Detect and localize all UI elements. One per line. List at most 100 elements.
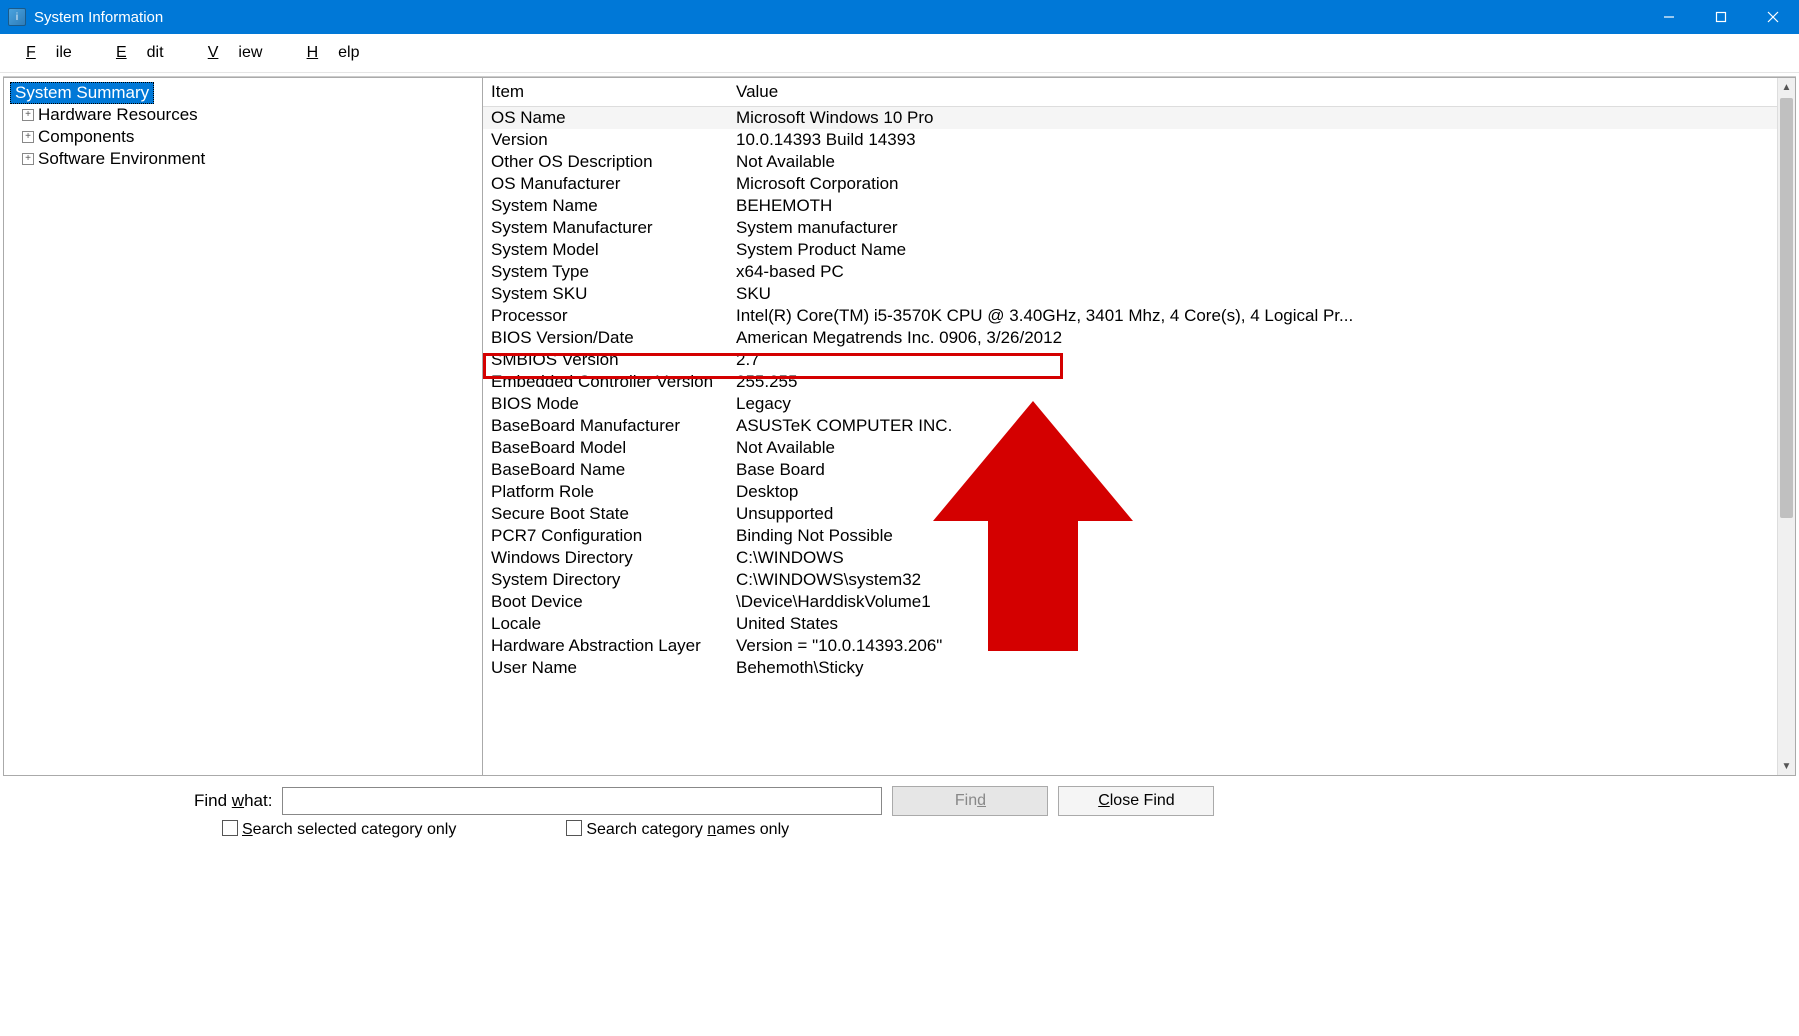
table-row[interactable]: Boot Device\Device\HarddiskVolume1 xyxy=(483,591,1777,613)
cell-item: Version xyxy=(483,129,728,151)
check-search-names[interactable]: Search category names only xyxy=(566,820,789,839)
table-row[interactable]: System Typex64-based PC xyxy=(483,261,1777,283)
cell-item: System Model xyxy=(483,239,728,261)
find-options-row: Search selected category only Search cat… xyxy=(0,818,1799,845)
tree-panel[interactable]: System Summary + Hardware Resources+Compo… xyxy=(3,77,483,776)
find-bar: Find what: Find Close Find xyxy=(0,776,1799,818)
scroll-up-arrow[interactable]: ▲ xyxy=(1778,78,1795,96)
find-label: Find what: xyxy=(194,791,272,811)
table-row[interactable]: System SKUSKU xyxy=(483,283,1777,305)
cell-value: Version = "10.0.14393.206" xyxy=(728,635,1777,657)
cell-item: System Directory xyxy=(483,569,728,591)
table-row[interactable]: Embedded Controller Version255.255 xyxy=(483,371,1777,393)
table-row[interactable]: Version10.0.14393 Build 14393 xyxy=(483,129,1777,151)
table-row[interactable]: Secure Boot StateUnsupported xyxy=(483,503,1777,525)
minimize-icon xyxy=(1663,11,1675,23)
table-row[interactable]: BaseBoard ModelNot Available xyxy=(483,437,1777,459)
details-header: Item Value xyxy=(483,78,1777,107)
find-input[interactable] xyxy=(282,787,882,815)
scroll-thumb[interactable] xyxy=(1780,98,1793,518)
table-row[interactable]: BaseBoard NameBase Board xyxy=(483,459,1777,481)
table-row[interactable]: LocaleUnited States xyxy=(483,613,1777,635)
table-row[interactable]: Windows DirectoryC:\WINDOWS xyxy=(483,547,1777,569)
vertical-scrollbar[interactable]: ▲ ▼ xyxy=(1777,78,1795,775)
checkbox-icon xyxy=(566,820,582,836)
table-row[interactable]: System DirectoryC:\WINDOWS\system32 xyxy=(483,569,1777,591)
window-title: System Information xyxy=(34,9,163,26)
cell-value: United States xyxy=(728,613,1777,635)
cell-value: 10.0.14393 Build 14393 xyxy=(728,129,1777,151)
table-row[interactable]: BaseBoard ManufacturerASUSTeK COMPUTER I… xyxy=(483,415,1777,437)
table-row[interactable]: BIOS ModeLegacy xyxy=(483,393,1777,415)
tree-root-system-summary[interactable]: System Summary xyxy=(10,82,154,104)
cell-value: C:\WINDOWS\system32 xyxy=(728,569,1777,591)
cell-value: C:\WINDOWS xyxy=(728,547,1777,569)
cell-item: PCR7 Configuration xyxy=(483,525,728,547)
cell-value: Behemoth\Sticky xyxy=(728,657,1777,679)
cell-value: SKU xyxy=(728,283,1777,305)
tree-item-label: Software Environment xyxy=(38,149,205,169)
tree-item-label: Hardware Resources xyxy=(38,105,198,125)
cell-item: System Name xyxy=(483,195,728,217)
menu-help[interactable]: Help xyxy=(287,38,380,68)
close-find-button[interactable]: Close Find xyxy=(1058,786,1214,816)
tree-item[interactable]: + Software Environment xyxy=(10,148,476,170)
cell-item: BaseBoard Model xyxy=(483,437,728,459)
minimize-button[interactable] xyxy=(1643,0,1695,34)
cell-item: System Type xyxy=(483,261,728,283)
table-row[interactable]: ProcessorIntel(R) Core(TM) i5-3570K CPU … xyxy=(483,305,1777,327)
cell-value: 2.7 xyxy=(728,349,1777,371)
cell-value: Legacy xyxy=(728,393,1777,415)
menu-edit[interactable]: Edit xyxy=(96,38,184,68)
table-row[interactable]: System NameBEHEMOTH xyxy=(483,195,1777,217)
cell-item: Embedded Controller Version xyxy=(483,371,728,393)
cell-value: System Product Name xyxy=(728,239,1777,261)
cell-item: Platform Role xyxy=(483,481,728,503)
cell-item: Other OS Description xyxy=(483,151,728,173)
cell-item: Windows Directory xyxy=(483,547,728,569)
scroll-down-arrow[interactable]: ▼ xyxy=(1778,757,1795,775)
tree-expander-icon[interactable]: + xyxy=(22,131,34,143)
cell-item: Secure Boot State xyxy=(483,503,728,525)
table-row[interactable]: Hardware Abstraction LayerVersion = "10.… xyxy=(483,635,1777,657)
window-titlebar: i System Information xyxy=(0,0,1799,34)
find-button[interactable]: Find xyxy=(892,786,1048,816)
cell-value: American Megatrends Inc. 0906, 3/26/2012 xyxy=(728,327,1777,349)
cell-item: Processor xyxy=(483,305,728,327)
cell-item: OS Manufacturer xyxy=(483,173,728,195)
maximize-button[interactable] xyxy=(1695,0,1747,34)
close-button[interactable] xyxy=(1747,0,1799,34)
menu-file[interactable]: File xyxy=(6,38,92,68)
cell-item: BIOS Mode xyxy=(483,393,728,415)
cell-value: Microsoft Windows 10 Pro xyxy=(728,107,1777,129)
table-row[interactable]: Other OS DescriptionNot Available xyxy=(483,151,1777,173)
tree-expander-icon[interactable]: + xyxy=(22,109,34,121)
tree-expander-icon[interactable]: + xyxy=(22,153,34,165)
menu-view[interactable]: View xyxy=(188,38,283,68)
tree-item[interactable]: + Hardware Resources xyxy=(10,104,476,126)
table-row[interactable]: BIOS Version/DateAmerican Megatrends Inc… xyxy=(483,327,1777,349)
cell-value: Binding Not Possible xyxy=(728,525,1777,547)
cell-value: Not Available xyxy=(728,437,1777,459)
cell-item: System SKU xyxy=(483,283,728,305)
cell-value: 255.255 xyxy=(728,371,1777,393)
cell-value: Microsoft Corporation xyxy=(728,173,1777,195)
cell-item: BaseBoard Name xyxy=(483,459,728,481)
cell-value: Not Available xyxy=(728,151,1777,173)
checkbox-icon xyxy=(222,820,238,836)
table-row[interactable]: User NameBehemoth\Sticky xyxy=(483,657,1777,679)
table-row[interactable]: SMBIOS Version2.7 xyxy=(483,349,1777,371)
check-search-selected[interactable]: Search selected category only xyxy=(222,820,456,839)
maximize-icon xyxy=(1715,11,1727,23)
column-header-item[interactable]: Item xyxy=(483,78,728,106)
table-row[interactable]: OS NameMicrosoft Windows 10 Pro xyxy=(483,107,1777,129)
table-row[interactable]: Platform RoleDesktop xyxy=(483,481,1777,503)
column-header-value[interactable]: Value xyxy=(728,78,1777,106)
cell-item: BaseBoard Manufacturer xyxy=(483,415,728,437)
cell-item: SMBIOS Version xyxy=(483,349,728,371)
table-row[interactable]: OS ManufacturerMicrosoft Corporation xyxy=(483,173,1777,195)
tree-item[interactable]: +Components xyxy=(10,126,476,148)
table-row[interactable]: System ManufacturerSystem manufacturer xyxy=(483,217,1777,239)
table-row[interactable]: System ModelSystem Product Name xyxy=(483,239,1777,261)
table-row[interactable]: PCR7 ConfigurationBinding Not Possible xyxy=(483,525,1777,547)
